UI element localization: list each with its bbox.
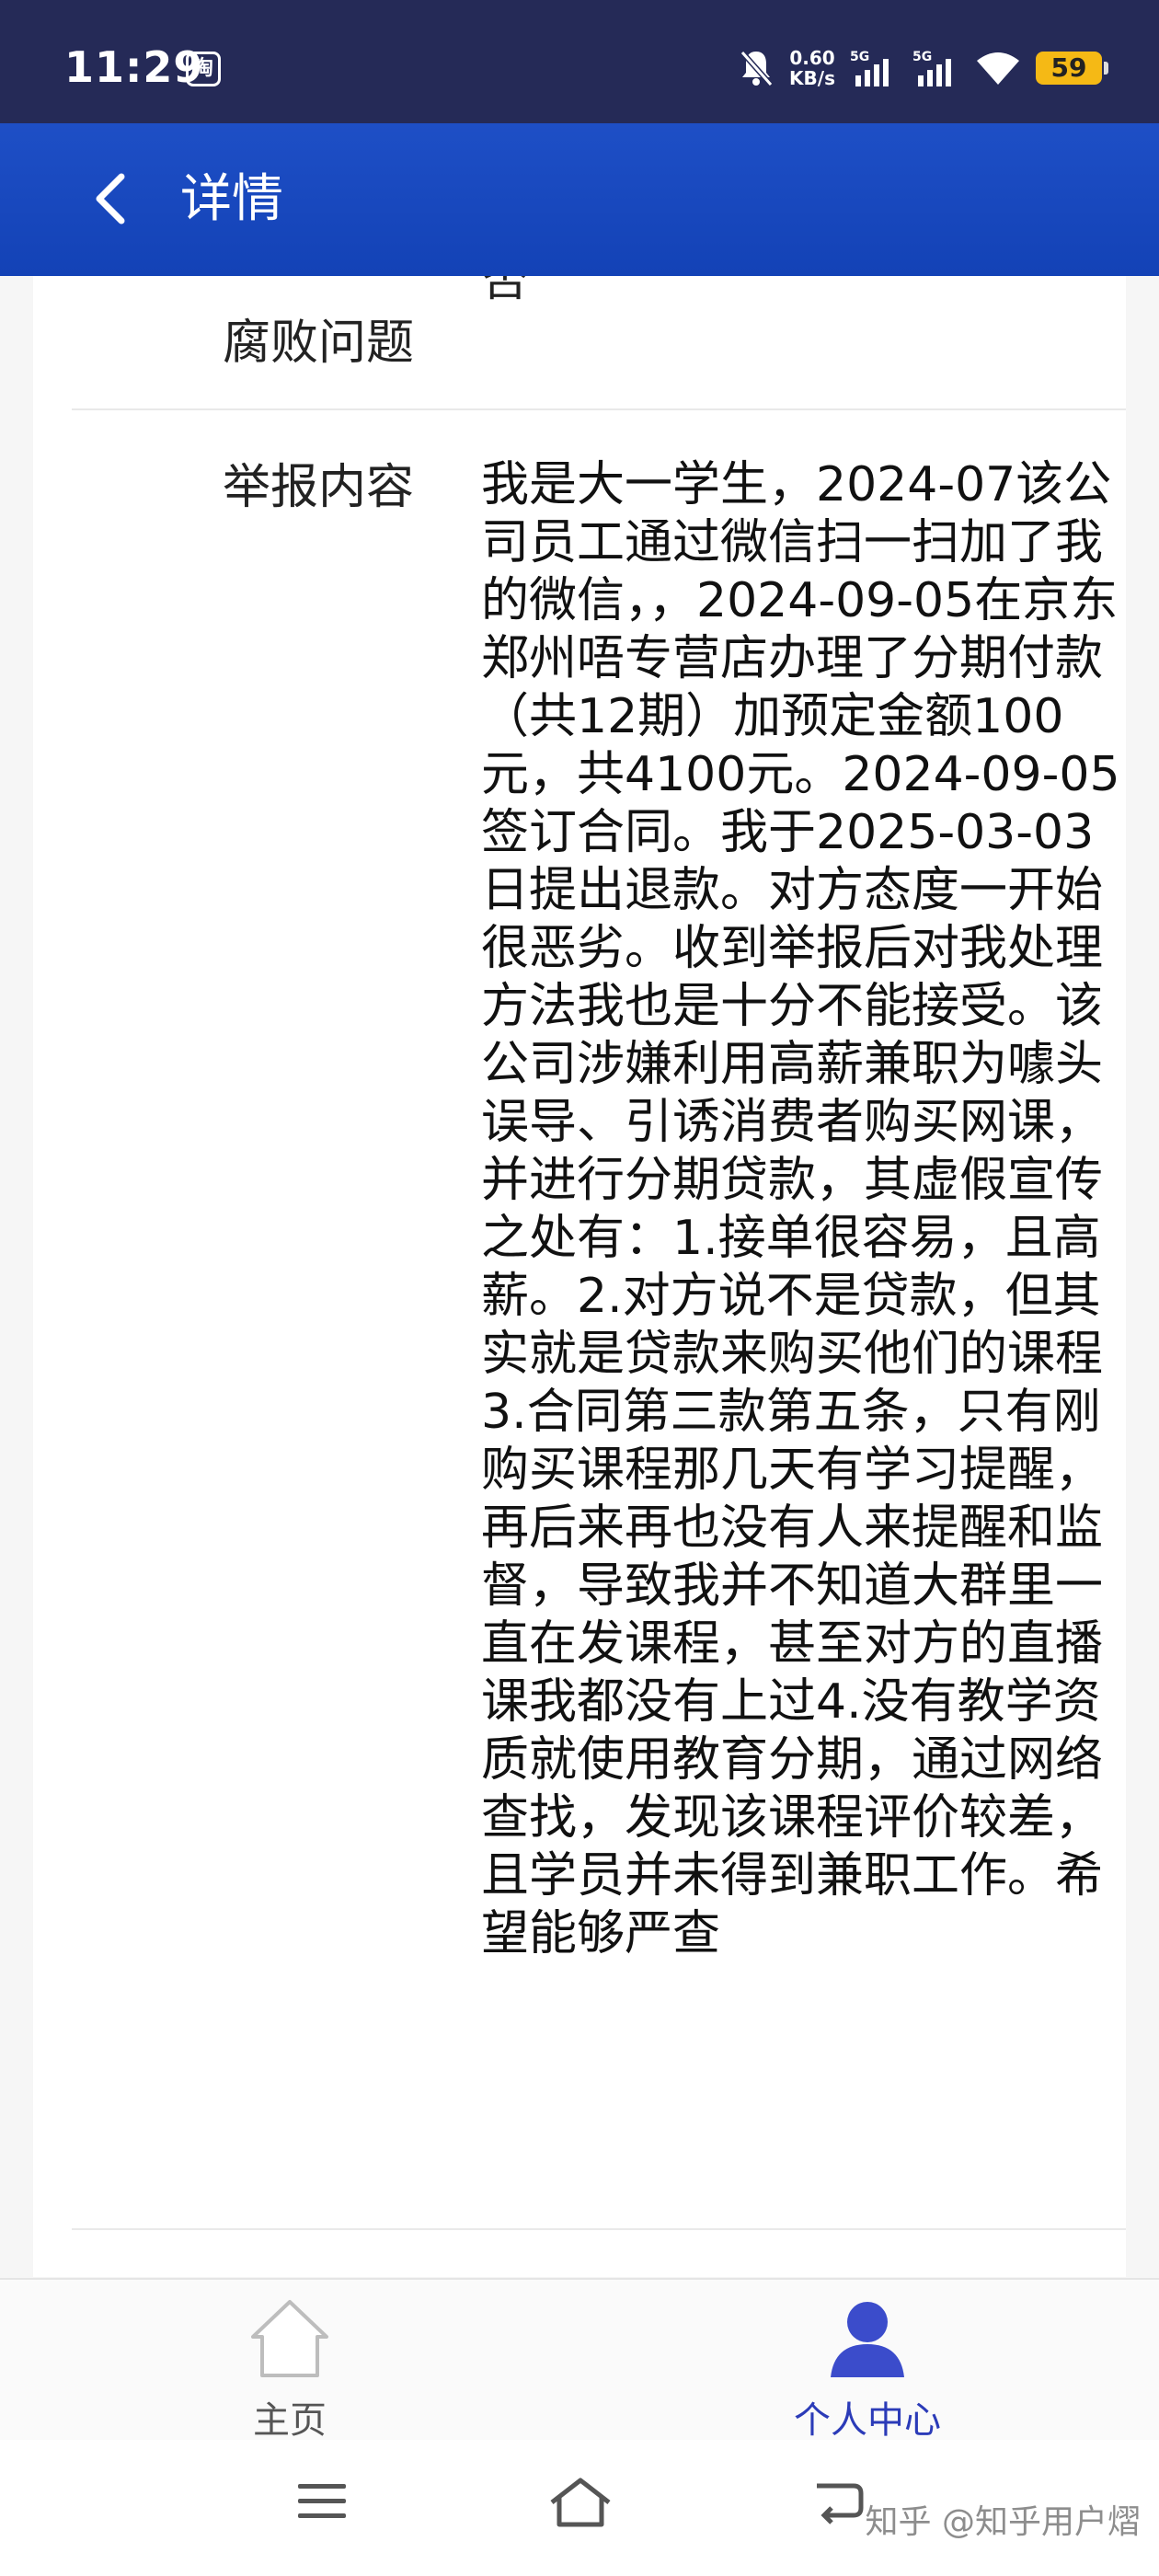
nav-home-label: 主页 — [253, 2399, 327, 2442]
net-speed-unit: KB/s — [789, 67, 835, 89]
user-icon — [831, 2302, 904, 2377]
battery-indicator: 59 — [1036, 52, 1108, 85]
signal-5g-icon: 5G — [850, 50, 889, 86]
divider — [72, 408, 1126, 410]
signal-5g-icon: 5G — [912, 50, 951, 86]
status-icons: 0.60 KB/s 5G 5G 59 — [738, 40, 1108, 96]
system-nav-bar: 知乎 @知乎用户熠 — [0, 2440, 1159, 2576]
report-content-label: 举报内容 — [223, 460, 415, 515]
wifi-icon — [977, 52, 1019, 85]
zhihu-watermark: 知乎 @知乎用户熠 — [865, 2503, 1141, 2541]
net-speed: 0.60 KB/s — [789, 48, 835, 88]
previous-field-label: 腐败问题 — [223, 316, 415, 371]
taobao-notification-icon: 淘 — [186, 52, 221, 86]
bottom-nav: 主页 个人中心 — [0, 2278, 1159, 2442]
home-nav-icon[interactable] — [548, 2477, 613, 2528]
detail-card: 否 腐败问题 举报内容 我是大一学生，2024-07该公司员工通过微信扫一扫加了… — [33, 276, 1126, 2277]
nav-personal-center[interactable]: 个人中心 — [775, 2296, 959, 2444]
nav-home[interactable]: 主页 — [198, 2296, 382, 2444]
menu-icon[interactable] — [296, 2478, 348, 2524]
status-time: 11:29 — [64, 42, 204, 92]
divider — [72, 2228, 1126, 2230]
page-title: 详情 — [180, 169, 283, 229]
status-bar: 11:29 淘 0.60 KB/s 5G 5G 59 — [0, 0, 1159, 123]
home-icon — [251, 2300, 328, 2377]
nav-personal-center-label: 个人中心 — [794, 2399, 941, 2442]
mute-bell-icon — [740, 51, 774, 86]
report-content-text: 我是大一学生，2024-07该公司员工通过微信扫一扫加了我的微信，，2024-0… — [481, 457, 1120, 1961]
app-header: 详情 — [0, 123, 1159, 276]
net-speed-value: 0.60 — [789, 47, 835, 69]
previous-field-value: 否 — [482, 276, 528, 306]
signal1-label: 5G — [850, 50, 869, 64]
back-nav-icon[interactable] — [809, 2477, 865, 2528]
back-arrow-icon[interactable] — [85, 171, 140, 226]
signal2-label: 5G — [912, 50, 932, 64]
